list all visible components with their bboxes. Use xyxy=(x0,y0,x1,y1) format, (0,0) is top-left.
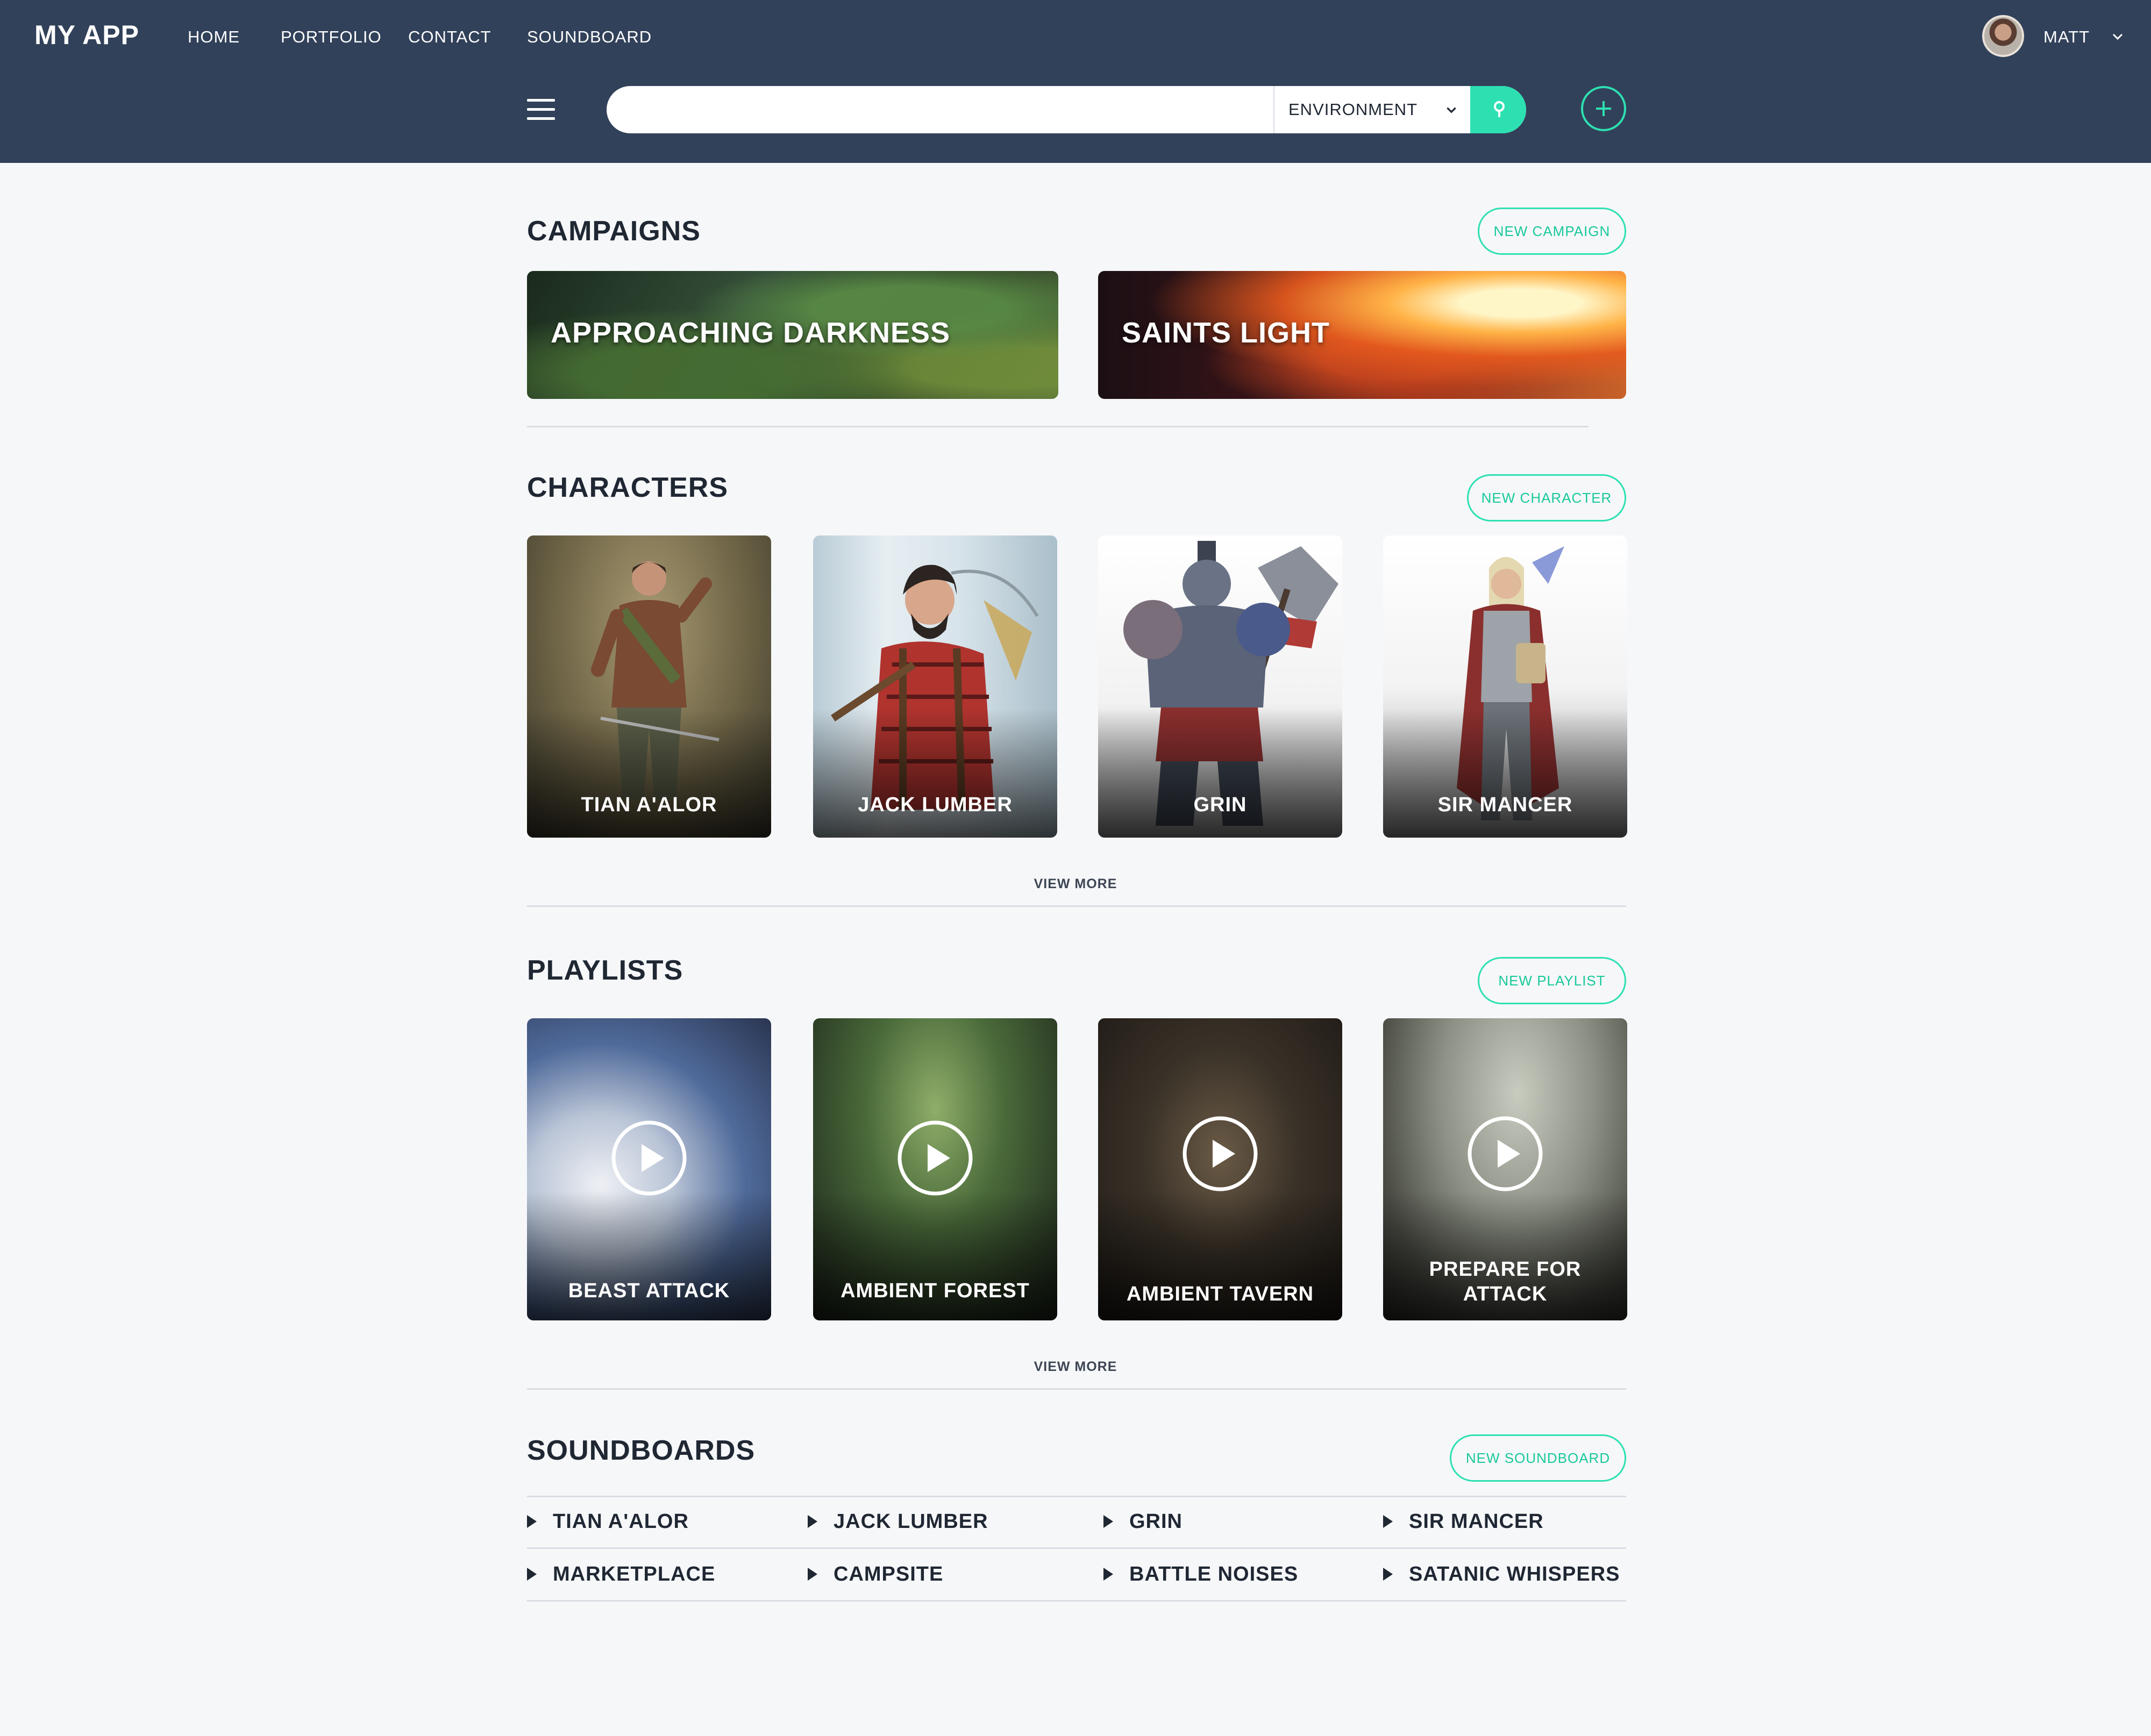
soundboard-name: JACK LUMBER xyxy=(834,1510,988,1533)
soundboard-name: GRIN xyxy=(1129,1510,1183,1533)
triangle-play-icon xyxy=(808,1515,817,1528)
category-select-value: ENVIRONMENT xyxy=(1288,100,1418,119)
triangle-play-icon xyxy=(527,1568,537,1581)
triangle-play-icon xyxy=(1383,1568,1393,1581)
campaigns-title: CAMPAIGNS xyxy=(527,216,701,247)
new-campaign-button[interactable]: NEW CAMPAIGN xyxy=(1478,208,1626,255)
soundboard-item[interactable]: CAMPSITE xyxy=(808,1563,943,1585)
search-bar: ENVIRONMENT xyxy=(607,86,1526,133)
triangle-play-icon xyxy=(1383,1515,1393,1528)
character-card-grin[interactable]: GRIN xyxy=(1098,535,1342,838)
section-divider xyxy=(527,1388,1626,1390)
section-divider xyxy=(527,426,1589,427)
play-icon[interactable] xyxy=(610,1119,688,1197)
soundboard-divider xyxy=(527,1496,1626,1497)
card-gradient xyxy=(1098,709,1342,838)
section-divider xyxy=(527,905,1626,907)
soundboard-name: SIR MANCER xyxy=(1409,1510,1544,1533)
soundboard-item[interactable]: SATANIC WHISPERS xyxy=(1383,1563,1620,1585)
category-select[interactable]: ENVIRONMENT xyxy=(1273,86,1470,133)
nav-contact[interactable]: CONTACT xyxy=(408,27,492,47)
triangle-play-icon xyxy=(808,1568,817,1581)
soundboard-name: TIAN A'ALOR xyxy=(553,1510,689,1533)
soundboard-item[interactable]: GRIN xyxy=(1103,1510,1183,1533)
playlist-name: BEAST ATTACK xyxy=(568,1280,730,1302)
playlist-name: AMBIENT FOREST xyxy=(841,1280,1030,1302)
soundboard-name: BATTLE NOISES xyxy=(1129,1562,1299,1585)
search-input[interactable] xyxy=(607,86,1273,133)
playlist-card-beast-attack[interactable]: BEAST ATTACK xyxy=(527,1018,771,1320)
soundboard-divider xyxy=(527,1600,1626,1602)
character-card-tian[interactable]: TIAN A'ALOR xyxy=(527,535,771,838)
search-button[interactable] xyxy=(1470,86,1526,133)
card-gradient xyxy=(813,709,1057,838)
top-header: MY APP HOME PORTFOLIO CONTACT SOUNDBOARD… xyxy=(0,0,2151,163)
user-name[interactable]: MATT xyxy=(2043,27,2090,47)
playlist-card-ambient-forest[interactable]: AMBIENT FOREST xyxy=(813,1018,1057,1320)
triangle-play-icon xyxy=(1103,1568,1113,1581)
avatar[interactable] xyxy=(1982,15,2024,57)
triangle-play-icon xyxy=(1103,1515,1113,1528)
menu-icon[interactable] xyxy=(527,97,555,123)
soundboard-divider xyxy=(527,1547,1626,1549)
new-soundboard-button[interactable]: NEW SOUNDBOARD xyxy=(1450,1434,1626,1482)
nav-portfolio[interactable]: PORTFOLIO xyxy=(281,27,382,47)
soundboard-item[interactable]: TIAN A'ALOR xyxy=(527,1510,689,1533)
soundboard-item[interactable]: SIR MANCER xyxy=(1383,1510,1544,1533)
playlists-view-more[interactable]: VIEW MORE xyxy=(1022,1359,1129,1375)
campaign-card-approaching-darkness[interactable]: APPROACHING DARKNESS xyxy=(527,271,1058,399)
soundboard-name: SATANIC WHISPERS xyxy=(1409,1562,1620,1585)
add-button[interactable] xyxy=(1581,86,1626,131)
characters-title: CHARACTERS xyxy=(527,472,728,503)
triangle-play-icon xyxy=(527,1515,537,1528)
characters-view-more[interactable]: VIEW MORE xyxy=(1022,876,1129,892)
chevron-down-icon[interactable] xyxy=(2111,30,2124,43)
soundboards-title: SOUNDBOARDS xyxy=(527,1435,756,1466)
new-character-button[interactable]: NEW CHARACTER xyxy=(1467,474,1626,521)
soundboard-item[interactable]: JACK LUMBER xyxy=(808,1510,988,1533)
card-gradient xyxy=(527,709,771,838)
character-card-sir-mancer[interactable]: SIR MANCER xyxy=(1383,535,1627,838)
playlist-card-ambient-tavern[interactable]: AMBIENT TAVERN xyxy=(1098,1018,1342,1320)
app-logo[interactable]: MY APP xyxy=(34,19,139,51)
campaign-title: APPROACHING DARKNESS xyxy=(551,317,951,349)
campaign-card-saints-light[interactable]: SAINTS LIGHT xyxy=(1098,271,1626,399)
soundboard-item[interactable]: MARKETPLACE xyxy=(527,1563,715,1585)
playlist-name: AMBIENT TAVERN xyxy=(1126,1283,1314,1305)
nav-soundboard[interactable]: SOUNDBOARD xyxy=(527,27,652,47)
play-icon[interactable] xyxy=(1181,1115,1259,1192)
plus-icon xyxy=(1596,101,1611,116)
card-gradient xyxy=(1383,709,1627,838)
chevron-down-icon xyxy=(1447,107,1456,113)
playlist-card-prepare-for-attack[interactable]: PREPARE FOR ATTACK xyxy=(1383,1018,1627,1320)
nav-home[interactable]: HOME xyxy=(188,27,240,47)
play-icon[interactable] xyxy=(896,1119,974,1197)
character-card-jack[interactable]: JACK LUMBER xyxy=(813,535,1057,838)
playlist-name: PREPARE FOR ATTACK xyxy=(1429,1258,1582,1305)
soundboard-name: CAMPSITE xyxy=(834,1562,944,1585)
search-icon xyxy=(1494,101,1505,117)
playlists-title: PLAYLISTS xyxy=(527,955,683,986)
character-name: JACK LUMBER xyxy=(858,794,1013,816)
character-name: SIR MANCER xyxy=(1437,794,1573,816)
soundboard-item[interactable]: BATTLE NOISES xyxy=(1103,1563,1298,1585)
new-playlist-button[interactable]: NEW PLAYLIST xyxy=(1478,957,1626,1004)
soundboard-name: MARKETPLACE xyxy=(553,1562,716,1585)
play-icon[interactable] xyxy=(1466,1115,1544,1192)
character-name: TIAN A'ALOR xyxy=(581,794,717,816)
campaign-title: SAINTS LIGHT xyxy=(1122,317,1330,349)
character-name: GRIN xyxy=(1193,794,1247,816)
